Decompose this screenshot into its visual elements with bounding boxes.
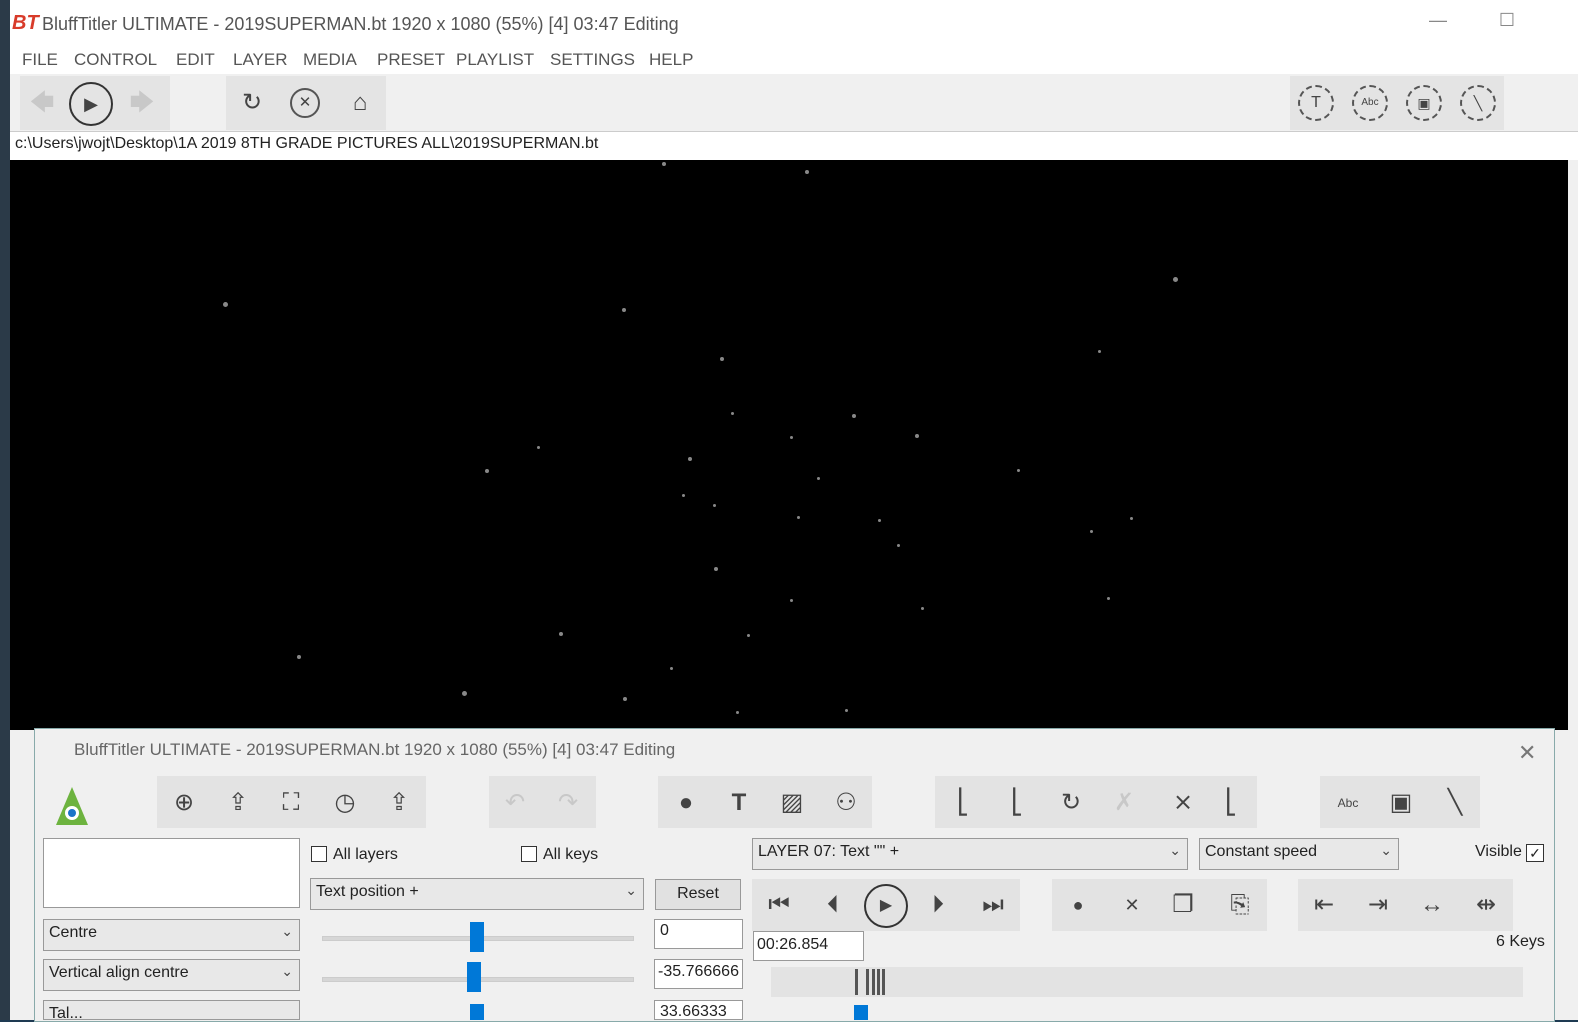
x-value-input[interactable]: 0 <box>654 919 743 949</box>
file-path: c:\Users\jwojt\Desktop\1A 2019 8TH GRADE… <box>15 135 599 152</box>
add-abc-layer-icon[interactable]: Abc <box>1352 85 1388 121</box>
wand-icon[interactable]: ╲ <box>1435 785 1475 821</box>
menu-preset[interactable]: PRESET <box>377 50 445 70</box>
app-logo-icon: BT <box>12 12 39 34</box>
skip-start-icon[interactable]: ⏮ <box>759 887 799 923</box>
minimize-button[interactable]: — <box>1420 10 1456 38</box>
maximize-button[interactable]: ☐ <box>1489 10 1525 38</box>
key-spread-icon[interactable]: ↔ <box>1412 887 1452 923</box>
layer-unlink-icon[interactable]: ✗ <box>1104 785 1144 821</box>
layer-delete-icon[interactable]: ⨯ <box>1163 785 1203 821</box>
layer-text-box[interactable] <box>43 838 300 908</box>
menu-control[interactable]: CONTROL <box>74 50 157 70</box>
timeline-playhead[interactable] <box>854 1005 868 1020</box>
open-icon[interactable]: ⇪ <box>218 785 258 821</box>
menu-file[interactable]: FILE <box>22 50 58 70</box>
undo-icon[interactable]: ↶ <box>495 785 535 821</box>
add-wand-icon[interactable]: ╲ <box>1460 85 1496 121</box>
y-slider-thumb[interactable] <box>467 962 481 992</box>
layer-merge-icon[interactable]: ⎣ <box>1211 785 1251 821</box>
text-icon[interactable]: T <box>719 785 759 821</box>
z-slider-thumb[interactable] <box>470 1004 484 1020</box>
stop-icon[interactable]: ✕ <box>290 88 320 118</box>
property-dropdown[interactable]: Text position + ⌄ <box>310 878 644 910</box>
reset-button[interactable]: Reset <box>655 879 741 910</box>
all-layers-label: All layers <box>333 846 398 863</box>
back-arrow-icon[interactable]: 🡄 <box>22 85 62 121</box>
key-marker[interactable] <box>866 969 869 995</box>
paste-key-icon[interactable]: ⎘ <box>1220 887 1260 923</box>
time-input[interactable]: 00:26.854 <box>753 931 864 961</box>
play-timeline-button[interactable]: ▶ <box>864 884 908 928</box>
delete-key-icon[interactable]: ✕ <box>1112 887 1152 923</box>
add-text-layer-icon[interactable]: T <box>1298 85 1334 121</box>
bluff-logo-icon <box>52 785 92 827</box>
layer-sibling-icon[interactable]: ⎣ <box>997 785 1037 821</box>
layer-dropdown[interactable]: LAYER 07: Text "" + ⌄ <box>752 838 1188 870</box>
forward-arrow-icon[interactable]: 🡆 <box>122 85 162 121</box>
menu-help[interactable]: HELP <box>649 50 693 70</box>
layer-link-icon[interactable]: ↻ <box>1051 785 1091 821</box>
menu-settings[interactable]: SETTINGS <box>550 50 635 70</box>
window-title: BluffTitler ULTIMATE - 2019SUPERMAN.bt 1… <box>42 14 679 34</box>
control-window-title: BluffTitler ULTIMATE - 2019SUPERMAN.bt 1… <box>74 740 676 759</box>
abc-expand-icon[interactable]: Abc <box>1328 785 1368 821</box>
key-marker[interactable] <box>877 969 880 995</box>
add-circle-icon[interactable]: ⊕ <box>164 785 204 821</box>
layer-child-icon[interactable]: ⎣ <box>943 785 983 821</box>
x-slider-thumb[interactable] <box>470 922 484 952</box>
key-to-end-icon[interactable]: ⇥ <box>1358 887 1398 923</box>
z-value-input[interactable]: 33.66333 <box>654 1000 743 1020</box>
record-key-icon[interactable]: ● <box>1058 887 1098 923</box>
keys-count: 6 Keys <box>1496 933 1545 950</box>
prev-key-icon[interactable]: ⏴ <box>813 887 853 923</box>
preview-canvas[interactable] <box>10 160 1568 730</box>
key-marker[interactable] <box>872 969 875 995</box>
visible-checkbox[interactable]: ✓ <box>1526 844 1544 862</box>
skip-end-icon[interactable]: ⏭ <box>973 887 1013 923</box>
home-icon[interactable]: ⌂ <box>340 85 380 121</box>
redo-icon[interactable]: ↷ <box>548 785 588 821</box>
particles-icon[interactable]: ⚇ <box>826 785 866 821</box>
y-value-input[interactable]: -35.766666 <box>654 959 743 989</box>
menu-edit[interactable]: EDIT <box>176 50 215 70</box>
key-marker[interactable] <box>855 969 858 995</box>
shape-icon[interactable]: ● <box>666 785 706 821</box>
all-keys-checkbox[interactable] <box>521 846 537 862</box>
menu-layer[interactable]: LAYER <box>233 50 288 70</box>
key-to-start-icon[interactable]: ⇤ <box>1304 887 1344 923</box>
refresh-icon[interactable]: ↻ <box>232 85 272 121</box>
visible-label: Visible <box>1475 843 1522 860</box>
all-keys-label: All keys <box>543 846 599 863</box>
menu-media[interactable]: MEDIA <box>303 50 357 70</box>
close-icon[interactable]: ✕ <box>1518 740 1536 766</box>
speed-dropdown[interactable]: Constant speed ⌄ <box>1199 838 1399 870</box>
export-icon[interactable]: ⇪ <box>379 785 419 821</box>
image-expand-icon[interactable]: ▣ <box>1381 785 1421 821</box>
layer-tools-group <box>935 776 1257 828</box>
fullscreen-icon[interactable]: ⛶ <box>271 785 311 821</box>
play-button[interactable]: ▶ <box>69 82 113 126</box>
menu-playlist[interactable]: PLAYLIST <box>456 50 534 70</box>
key-marker[interactable] <box>882 969 885 995</box>
clock-icon[interactable]: ◷ <box>325 785 365 821</box>
next-key-icon[interactable]: ⏵ <box>918 887 958 923</box>
add-image-layer-icon[interactable]: ▣ <box>1406 85 1442 121</box>
key-compress-icon[interactable]: ⇹ <box>1466 887 1506 923</box>
desktop-edge <box>0 0 10 1020</box>
copy-key-icon[interactable]: ❐ <box>1163 887 1203 923</box>
all-layers-checkbox[interactable] <box>311 846 327 862</box>
image-icon[interactable]: ▨ <box>772 785 812 821</box>
third-dropdown[interactable]: Tal... <box>43 1000 300 1020</box>
align-dropdown[interactable]: Centre ⌄ <box>43 919 300 951</box>
valign-dropdown[interactable]: Vertical align centre ⌄ <box>43 959 300 991</box>
